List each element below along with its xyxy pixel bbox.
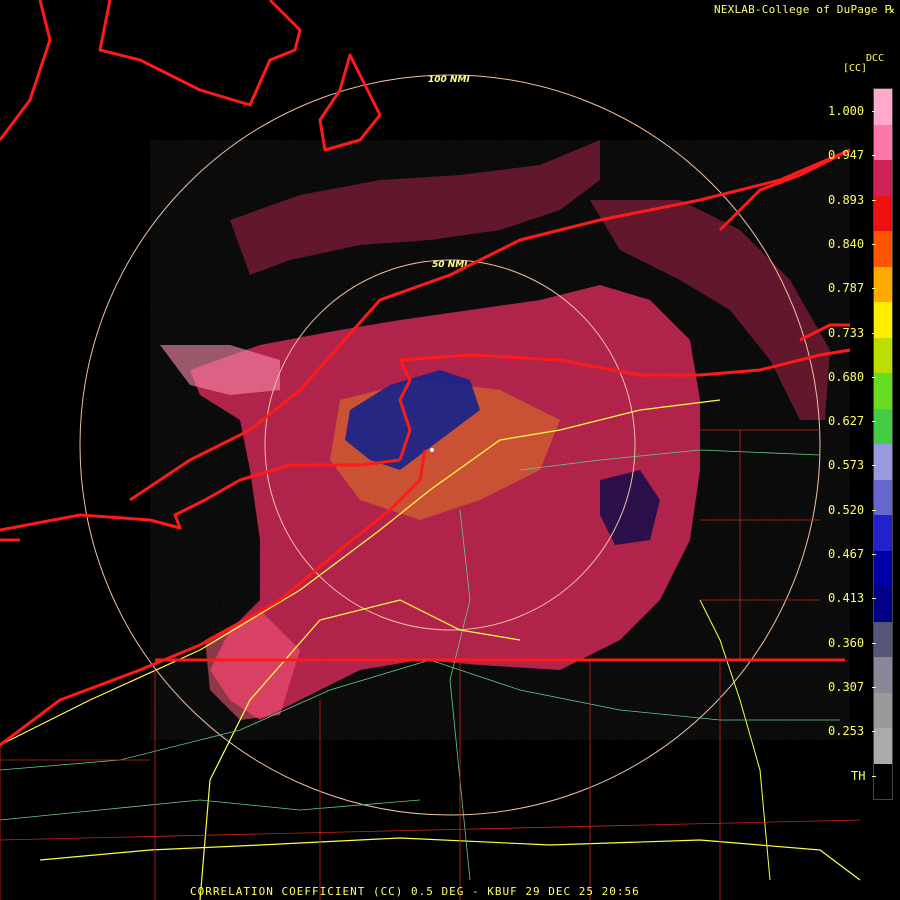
colorbar-tick-mark — [872, 421, 876, 423]
colorbar-tick-label: 0.627 — [828, 414, 865, 429]
colorbar-segment — [874, 479, 892, 515]
colorbar-tick-label: 0.573 — [828, 458, 865, 473]
colorbar-segment — [874, 160, 892, 196]
colorbar-tick-mark — [872, 155, 876, 157]
colorbar-tick-label: TH — [851, 768, 866, 783]
colorbar-segment — [874, 763, 892, 799]
highway-line — [39, 837, 861, 881]
colorbar-tick-mark — [872, 332, 876, 334]
unit-label: [CC] — [843, 63, 868, 74]
lake-simcoe-outline — [318, 53, 382, 152]
colorbar-segment — [874, 302, 892, 338]
colorbar-segment — [874, 89, 892, 125]
colorbar-tick-mark — [872, 598, 876, 600]
georgian-bay-shore — [0, 0, 52, 141]
colorbar-segment — [874, 231, 892, 267]
radar-map: 100 NMI 50 NMI — [0, 0, 861, 900]
credit-label: NEXLAB-College of DuPage ℞ — [714, 3, 895, 16]
k-logo-icon: ℞ — [884, 3, 896, 16]
colorbar-tick-label: 0.360 — [828, 635, 865, 650]
credit-text: NEXLAB-College of DuPage — [714, 3, 878, 16]
colorbar-tick-label: 0.680 — [828, 369, 865, 384]
border-north-1 — [98, 0, 302, 107]
colorbar-tick-mark — [872, 509, 876, 511]
colorbar-tick-label: 1.000 — [828, 104, 865, 118]
colorbar-tick-label: 0.253 — [828, 724, 865, 739]
colorbar-segment — [874, 195, 892, 231]
colorbar-tick-mark — [872, 642, 876, 644]
colorbar — [873, 88, 893, 800]
colorbar-tick-label: 0.520 — [828, 502, 865, 517]
colorbar-segment — [874, 692, 892, 728]
colorbar-tick-mark — [872, 554, 876, 555]
colorbar-tick-mark — [872, 376, 876, 378]
colorbar-tick-mark — [872, 465, 876, 467]
colorbar-segment — [874, 586, 892, 622]
colorbar-tick-mark — [872, 288, 876, 290]
colorbar-tick-mark — [872, 686, 876, 688]
colorbar-tick-mark — [872, 243, 876, 245]
range-ring-outer-label: 100 NMI — [428, 75, 470, 85]
colorbar-tick-mark — [872, 775, 876, 777]
colorbar-segment — [874, 657, 892, 693]
colorbar-tick-label: 0.467 — [828, 547, 865, 561]
colorbar-segment — [874, 266, 892, 302]
colorbar-segment — [874, 124, 892, 160]
colorbar-segment — [874, 550, 892, 586]
colorbar-tick-label: 0.840 — [828, 236, 865, 251]
colorbar-segment — [874, 515, 892, 551]
county-line — [0, 819, 861, 841]
colorbar-tick-mark — [872, 111, 876, 112]
colorbar-tick-label: 0.413 — [828, 591, 865, 606]
colorbar-tick-mark — [872, 731, 876, 733]
colorbar-segment — [874, 373, 892, 409]
colorbar-tick-label: 0.307 — [828, 679, 865, 694]
colorbar-tick-label: 0.893 — [828, 192, 865, 207]
colorbar-segment — [874, 444, 892, 480]
colorbar-segment — [874, 408, 892, 444]
colorbar-tick-mark — [872, 199, 876, 201]
radar-site-marker — [430, 448, 434, 452]
colorbar-tick-label: 0.733 — [828, 325, 865, 340]
colorbar-segment — [874, 728, 892, 764]
product-abbrev: DCC — [866, 53, 885, 64]
colorbar-tick-label: 0.787 — [828, 281, 865, 296]
colorbar-tick-label: 0.947 — [828, 148, 865, 163]
colorbar-segment — [874, 337, 892, 373]
product-caption: CORRELATION COEFFICIENT (CC) 0.5 DEG - K… — [190, 885, 640, 898]
radar-display: 100 NMI 50 NMI NEXLAB-College of DuPage … — [0, 0, 900, 900]
colorbar-segment — [874, 621, 892, 657]
